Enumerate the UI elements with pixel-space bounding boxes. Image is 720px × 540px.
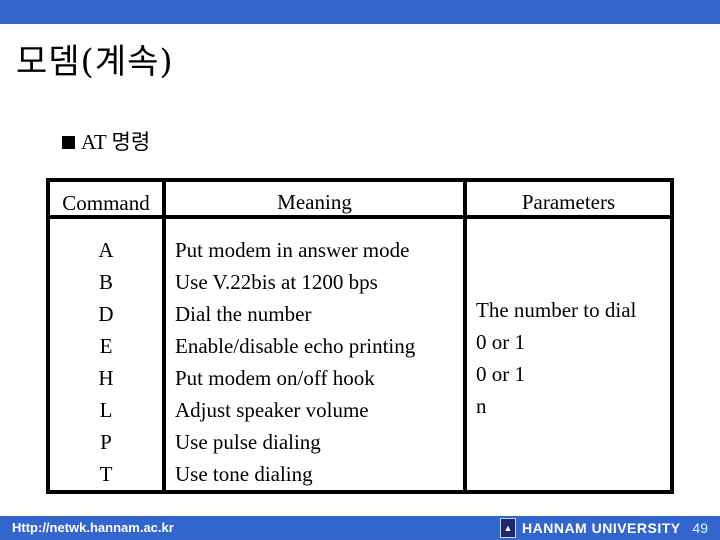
parameters-column: The number to dial 0 or 1 0 or 1 n bbox=[476, 294, 666, 422]
bullet-item: AT 명령 bbox=[62, 128, 150, 156]
meaning-cell: Put modem on/off hook bbox=[175, 366, 375, 390]
command-column: A B D E H L P T bbox=[50, 234, 162, 490]
header-meaning: Meaning bbox=[277, 190, 352, 214]
column-divider bbox=[463, 182, 467, 490]
meaning-cell: Use pulse dialing bbox=[175, 430, 321, 454]
meaning-cell: Put modem in answer mode bbox=[175, 238, 410, 262]
parameter-cell: 0 or 1 bbox=[476, 362, 525, 386]
command-cell: P bbox=[100, 430, 112, 454]
command-cell: D bbox=[98, 302, 114, 326]
parameter-cell: n bbox=[476, 394, 487, 418]
top-bar bbox=[0, 0, 720, 24]
meaning-cell: Adjust speaker volume bbox=[175, 398, 369, 422]
command-cell: H bbox=[98, 366, 114, 390]
meaning-cell: Use tone dialing bbox=[175, 462, 313, 486]
footer-url-link[interactable]: Http://netwk.hannam.ac.kr bbox=[12, 516, 174, 540]
command-cell: A bbox=[98, 238, 114, 262]
column-divider bbox=[162, 182, 166, 490]
meaning-cell: Use V.22bis at 1200 bps bbox=[175, 270, 378, 294]
university-name: HANNAM UNIVERSITY bbox=[522, 520, 681, 536]
command-cell: L bbox=[99, 398, 113, 422]
meaning-column: Put modem in answer mode Use V.22bis at … bbox=[175, 234, 460, 490]
at-command-table: Command Meaning Parameters A B D E H L P… bbox=[46, 178, 674, 494]
header-divider bbox=[50, 215, 670, 219]
parameter-cell: 0 or 1 bbox=[476, 330, 525, 354]
square-bullet-icon bbox=[62, 135, 75, 149]
university-shield-icon: ▲ bbox=[500, 518, 516, 538]
footer-bar: Http://netwk.hannam.ac.kr ▲ HANNAM UNIVE… bbox=[0, 516, 720, 540]
parameter-cell: The number to dial bbox=[476, 298, 637, 322]
header-command: Command bbox=[62, 191, 150, 215]
command-cell: E bbox=[99, 334, 113, 358]
meaning-cell: Dial the number bbox=[175, 302, 312, 326]
command-cell: T bbox=[99, 462, 113, 486]
page-number: 49 bbox=[692, 520, 708, 536]
header-parameters: Parameters bbox=[521, 190, 616, 214]
meaning-cell: Enable/disable echo printing bbox=[175, 334, 416, 358]
slide-title: 모뎀(계속) bbox=[16, 42, 174, 82]
bullet-text: AT 명령 bbox=[81, 130, 151, 154]
university-branding: ▲ HANNAM UNIVERSITY bbox=[500, 516, 681, 540]
command-cell: B bbox=[98, 270, 113, 294]
